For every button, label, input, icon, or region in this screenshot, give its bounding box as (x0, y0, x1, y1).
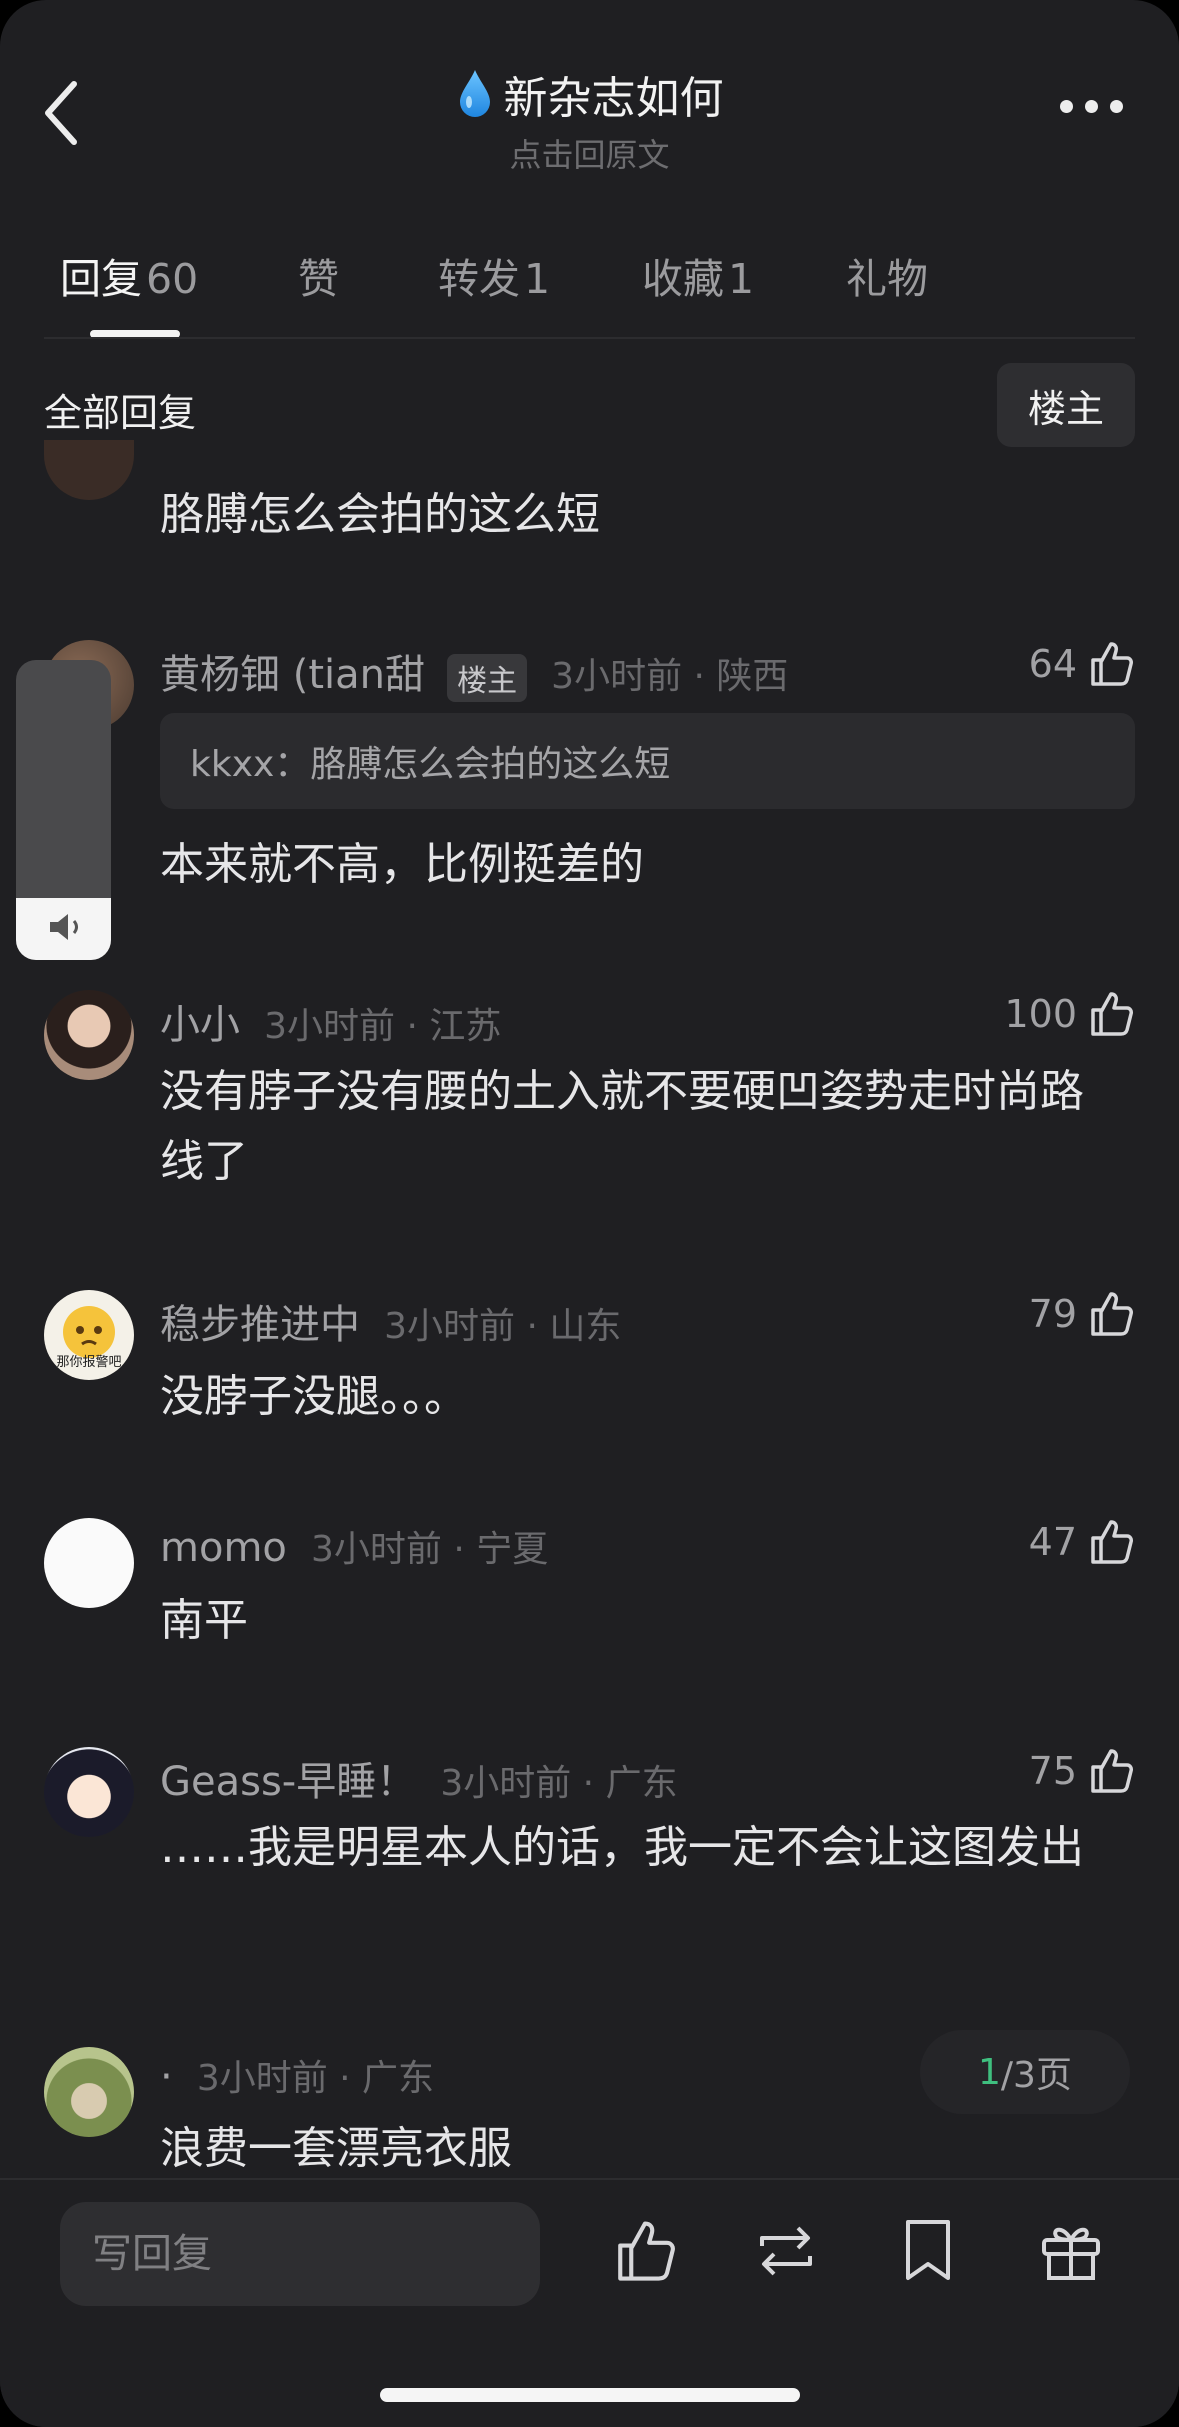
page-title: 新杂志如何 (503, 73, 724, 124)
avatar[interactable] (44, 1518, 134, 1608)
like-post-button[interactable] (612, 2218, 678, 2288)
thumbs-up-icon (1091, 1749, 1133, 1793)
like-button[interactable]: 100 (1004, 990, 1135, 1038)
comment-meta: momo 3小时前 · 宁夏 (160, 1520, 548, 1572)
comment-text: 南平 (160, 1595, 248, 1646)
bookmark-icon (906, 2220, 950, 2280)
owner-badge: 楼主 (447, 653, 528, 702)
user-name[interactable]: 稳步推进中 (160, 1302, 360, 1348)
comment-time: 3小时前 · 江苏 (264, 1006, 502, 1047)
section-title: 全部回复 (44, 391, 197, 435)
avatar[interactable] (44, 990, 134, 1080)
header[interactable]: 新杂志如何 点击回原文 (0, 62, 1179, 176)
like-button[interactable]: 64 (1029, 640, 1135, 688)
comment-text: 浪费一套漂亮衣服 (160, 2123, 512, 2174)
avatar-caption: 那你报警吧 (56, 1355, 122, 1370)
thumbs-up-icon (1091, 1520, 1133, 1564)
avatar[interactable]: 那你报警吧 (44, 1290, 134, 1380)
user-name[interactable]: momo (160, 1525, 287, 1571)
user-name[interactable]: 黄杨钿 (tian甜 (160, 652, 425, 698)
thumbs-up-icon (1091, 642, 1133, 686)
reply-input[interactable] (60, 2202, 540, 2306)
water-drop-icon (459, 70, 490, 117)
divider (44, 337, 1135, 339)
owner-filter-button[interactable]: 楼主 (997, 363, 1135, 447)
comment-text: ……我是明星本人的话，我一定不会让这图发出 (160, 1822, 1084, 1873)
page-indicator[interactable]: 1/3页 (920, 2030, 1130, 2114)
thumbs-up-icon (618, 2221, 675, 2281)
user-name[interactable]: 小小 (160, 1002, 240, 1048)
repost-button[interactable] (752, 2218, 820, 2288)
volume-slider[interactable] (16, 660, 111, 960)
comment-meta: 黄杨钿 (tian甜 楼主 3小时前 · 陕西 (160, 642, 788, 702)
repost-icon (760, 2226, 812, 2276)
avatar[interactable] (44, 2047, 134, 2137)
comment-meta: 稳步推进中 3小时前 · 山东 (160, 1292, 621, 1350)
like-button[interactable]: 75 (1029, 1747, 1135, 1795)
tab-favorites[interactable]: 收藏1 (642, 245, 754, 305)
comment-text: 胳膊怎么会拍的这么短 (160, 489, 600, 540)
thumbs-up-icon (1091, 992, 1133, 1036)
gift-icon (1042, 2227, 1100, 2280)
speaker-icon (50, 914, 78, 940)
tab-reposts[interactable]: 转发1 (438, 245, 550, 305)
avatar[interactable] (44, 440, 134, 500)
back-to-original-link[interactable]: 点击回原文 (0, 130, 1179, 176)
comment-text: 没脖子没腿。。。 (160, 1371, 468, 1422)
comment-time: 3小时前 · 广东 (440, 1763, 678, 1804)
comment-time: 3小时前 · 山东 (384, 1306, 622, 1347)
home-indicator[interactable] (380, 2388, 800, 2402)
tab-gifts[interactable]: 礼物 (846, 245, 928, 305)
comment-meta: · 3小时前 · 广东 (160, 2049, 434, 2101)
comment-time: 3小时前 · 陕西 (551, 656, 789, 697)
like-button[interactable]: 79 (1029, 1290, 1135, 1338)
thumbs-up-icon (1091, 1292, 1133, 1336)
tab-bar: 回复60 赞 转发1 收藏1 礼物 (0, 245, 1179, 337)
comment-time: 3小时前 · 广东 (196, 2058, 435, 2099)
comment-time: 3小时前 · 宁夏 (310, 1529, 549, 1570)
quoted-reply[interactable]: kkxx：胳膊怎么会拍的这么短 (160, 713, 1135, 809)
comment-meta: 小小 3小时前 · 江苏 (160, 992, 501, 1050)
avatar[interactable] (44, 1747, 134, 1837)
tab-replies[interactable]: 回复60 (60, 245, 198, 305)
tab-likes[interactable]: 赞 (298, 245, 339, 305)
screen: 新杂志如何 点击回原文 回复60 赞 转发1 收藏1 礼物 全部回复 楼主 胳膊… (0, 0, 1179, 2427)
gift-button[interactable] (1040, 2218, 1102, 2288)
like-button[interactable]: 47 (1029, 1518, 1135, 1566)
comment-text: 没有脖子没有腰的土入就不要硬凹姿势走时尚路线了 (160, 1066, 1084, 1187)
bookmark-button[interactable] (900, 2218, 956, 2288)
more-dots-icon[interactable] (1060, 100, 1123, 113)
comment-meta: Geass-早睡！ 3小时前 · 广东 (160, 1749, 678, 1807)
user-name[interactable]: · (160, 2054, 173, 2100)
user-name[interactable]: Geass-早睡！ (160, 1759, 416, 1805)
comment-text: 本来就不高，比例挺差的 (160, 839, 644, 890)
